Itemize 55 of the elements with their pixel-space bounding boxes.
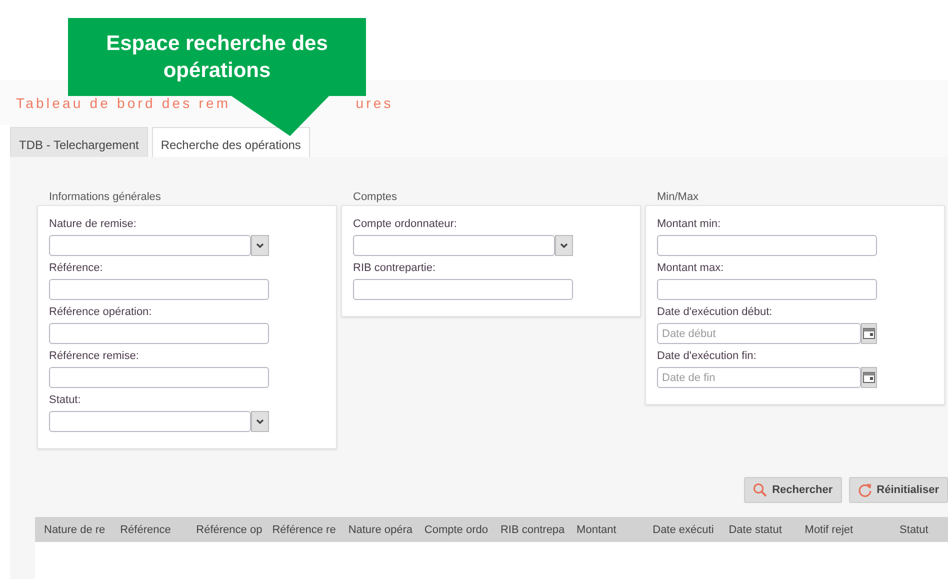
calendar-button[interactable]: [861, 323, 877, 344]
column-header: Statut: [872, 517, 948, 542]
chevron-down-icon: [256, 242, 264, 248]
dropdown-field[interactable]: [49, 235, 251, 256]
chevron-down-icon: [560, 242, 568, 248]
calendar-icon: [863, 372, 875, 383]
refresh-icon: [858, 483, 872, 497]
field-label: Référence opération:: [49, 306, 153, 320]
tab[interactable]: Recherche des opérations: [152, 127, 310, 157]
chevron-down-icon: [256, 418, 264, 424]
reset-button[interactable]: Réinitialiser: [848, 477, 948, 503]
column-header: Référence op: [187, 517, 264, 542]
tab[interactable]: TDB - Telechargement: [10, 127, 148, 157]
search-button[interactable]: Rechercher: [744, 477, 842, 503]
text-field[interactable]: [49, 279, 269, 300]
date-field[interactable]: Date début: [657, 323, 861, 344]
date-field[interactable]: Date de fin: [657, 367, 861, 388]
column-header: Nature opéra: [339, 517, 416, 542]
field-label: RIB contrepartie:: [353, 262, 437, 276]
group-legend: Min/Max: [657, 191, 945, 203]
column-header: Compte ordo: [415, 517, 492, 542]
field-label: Montant min:: [657, 218, 722, 232]
dropdown-button[interactable]: [555, 235, 573, 256]
text-field[interactable]: [657, 235, 877, 256]
text-field[interactable]: [49, 323, 269, 344]
group-legend: Comptes: [353, 191, 641, 203]
text-field[interactable]: [657, 279, 877, 300]
dropdown-button[interactable]: [251, 411, 269, 432]
page-title: ures: [356, 94, 394, 110]
field-label: Statut:: [49, 394, 82, 408]
page-title: Tableau de bord des rem: [16, 94, 231, 110]
dropdown-field[interactable]: [49, 411, 251, 432]
column-header: Date exécuti: [644, 517, 720, 542]
column-header: Nature de re: [35, 517, 112, 542]
field-label: Référence remise:: [49, 350, 140, 364]
calendar-icon: [863, 328, 875, 339]
text-field[interactable]: [353, 279, 573, 300]
search-icon: [753, 483, 768, 497]
field-label: Montant max:: [657, 262, 725, 276]
field-label: Date d'exécution début:: [657, 306, 774, 320]
text-field[interactable]: [49, 367, 269, 388]
column-header: Référence re: [263, 517, 340, 542]
dropdown-button[interactable]: [251, 235, 269, 256]
column-header: Date statut: [720, 517, 796, 542]
column-header: Motif rejet: [796, 517, 872, 542]
column-header: Montant: [568, 517, 644, 542]
column-header: Référence: [111, 517, 188, 542]
column-header: RIB contrepa: [491, 517, 568, 542]
calendar-button[interactable]: [861, 367, 877, 388]
field-label: Nature de remise:: [49, 218, 138, 232]
field-label: Référence:: [49, 262, 104, 276]
field-label: Date d'exécution fin:: [657, 350, 758, 364]
group-legend: Informations générales: [49, 191, 337, 203]
field-label: Compte ordonnateur:: [353, 218, 458, 232]
dropdown-field[interactable]: [353, 235, 555, 256]
